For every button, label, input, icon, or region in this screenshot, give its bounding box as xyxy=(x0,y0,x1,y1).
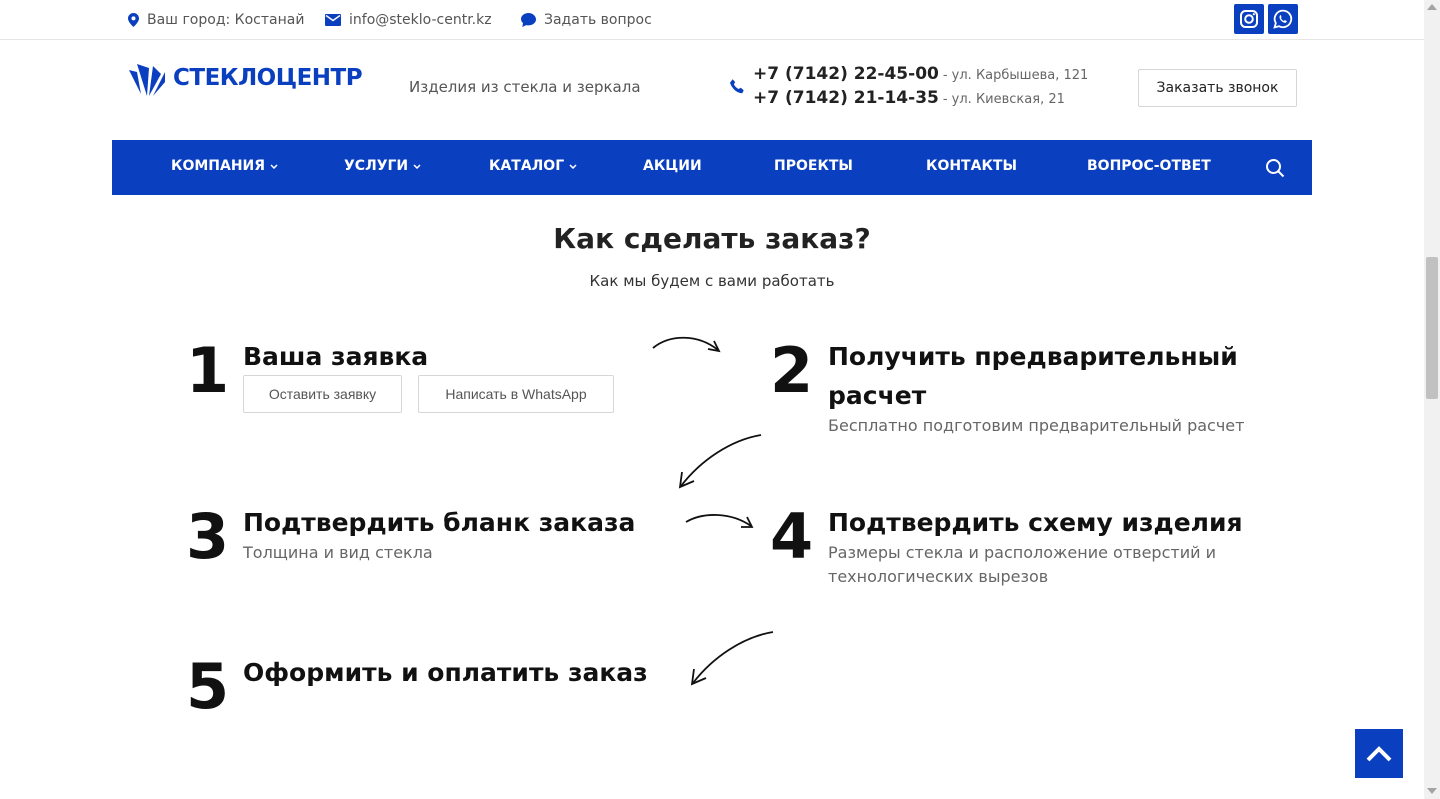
mail-icon xyxy=(325,14,341,26)
step-title: расчет xyxy=(828,381,927,410)
phone-number[interactable]: +7 (7142) 21-14-35 xyxy=(753,88,939,108)
scrollbar[interactable] xyxy=(1424,0,1440,799)
top-bar: Ваш город: Костанай info@steklo-centr.kz… xyxy=(0,0,1424,40)
phone-list: +7 (7142) 22-45-00 - ул. Карбышева, 121 … xyxy=(753,64,1088,112)
logo[interactable]: СТЕКЛОЦЕНТР xyxy=(127,60,363,96)
step-title: Подтвердить бланк заказа xyxy=(243,508,636,537)
step-description: Толщина и вид стекла xyxy=(243,543,433,562)
email-label: info@steklo-centr.kz xyxy=(349,12,492,28)
step-number: 3 xyxy=(186,500,230,573)
nav-label: КОМПАНИЯ xyxy=(171,158,266,174)
chevron-down-icon xyxy=(413,163,421,169)
nav-label: КАТАЛОГ xyxy=(489,158,565,174)
step-title: Оформить и оплатить заказ xyxy=(243,658,648,687)
nav-item-faq[interactable]: ВОПРОС-ОТВЕТ xyxy=(1087,158,1211,174)
callback-button[interactable]: Заказать звонок xyxy=(1138,69,1297,107)
instagram-button[interactable] xyxy=(1234,4,1264,34)
scroll-down-arrow-icon[interactable] xyxy=(1427,788,1437,794)
phone-icon xyxy=(730,79,744,94)
city-selector[interactable]: Ваш город: Костанай xyxy=(128,12,304,28)
nav-item-services[interactable]: УСЛУГИ xyxy=(344,158,421,174)
nav-label: ПРОЕКТЫ xyxy=(774,158,853,174)
step-number: 1 xyxy=(186,334,230,407)
nav-label: УСЛУГИ xyxy=(344,158,409,174)
ask-question-link[interactable]: Задать вопрос xyxy=(521,12,652,28)
nav-item-catalog[interactable]: КАТАЛОГ xyxy=(489,158,577,174)
step-number: 4 xyxy=(770,500,814,573)
step-number: 2 xyxy=(770,334,814,407)
tagline: Изделия из стекла и зеркала xyxy=(409,78,641,96)
phone-address: - ул. Карбышева, 121 xyxy=(942,68,1089,83)
whatsapp-button[interactable] xyxy=(1268,4,1298,34)
step-number: 5 xyxy=(186,650,230,723)
email-link[interactable]: info@steklo-centr.kz xyxy=(325,12,492,28)
chevron-down-icon xyxy=(270,163,278,169)
ask-label: Задать вопрос xyxy=(544,12,652,28)
location-pin-icon xyxy=(128,13,139,27)
scrollbar-thumb[interactable] xyxy=(1426,257,1438,399)
logo-text: СТЕКЛОЦЕНТР xyxy=(173,65,363,91)
leave-request-button[interactable]: Оставить заявку xyxy=(243,375,402,413)
search-icon[interactable] xyxy=(1265,158,1285,178)
section-subtitle: Как мы будем с вами работать xyxy=(589,272,835,290)
step-title: Ваша заявка xyxy=(243,342,429,371)
chevron-down-icon xyxy=(569,163,577,169)
phone-row: +7 (7142) 22-45-00 - ул. Карбышева, 121 xyxy=(753,64,1088,88)
step-title: Подтвердить схему изделия xyxy=(828,508,1243,537)
step-description: Размеры стекла и расположение отверстий … xyxy=(828,543,1216,562)
nav-label: АКЦИИ xyxy=(643,158,702,174)
section-title: Как сделать заказ? xyxy=(553,222,871,255)
nav-label: КОНТАКТЫ xyxy=(926,158,1017,174)
step-title: Получить предварительный xyxy=(828,342,1238,371)
arrow-down-left-icon xyxy=(678,434,762,489)
step-description: технологических вырезов xyxy=(828,567,1049,586)
chevron-up-icon xyxy=(1366,745,1392,761)
chat-bubble-icon xyxy=(521,13,536,27)
instagram-icon xyxy=(1240,10,1258,28)
nav-item-projects[interactable]: ПРОЕКТЫ xyxy=(774,158,853,174)
phone-number[interactable]: +7 (7142) 22-45-00 xyxy=(753,64,939,84)
nav-item-promotions[interactable]: АКЦИИ xyxy=(643,158,702,174)
whatsapp-write-button[interactable]: Написать в WhatsApp xyxy=(418,375,614,413)
nav-item-company[interactable]: КОМПАНИЯ xyxy=(171,158,278,174)
main-nav: КОМПАНИЯ УСЛУГИ КАТАЛОГ АКЦИИ ПРОЕКТЫ КО… xyxy=(112,140,1312,195)
logo-leaf-icon xyxy=(129,64,165,96)
step-description: Бесплатно подготовим предварительный рас… xyxy=(828,416,1245,435)
arrow-right-icon xyxy=(685,514,754,528)
nav-item-contacts[interactable]: КОНТАКТЫ xyxy=(926,158,1017,174)
whatsapp-icon xyxy=(1273,9,1293,29)
scroll-to-top-button[interactable] xyxy=(1355,729,1403,778)
arrow-down-left-icon xyxy=(690,631,774,686)
nav-label: ВОПРОС-ОТВЕТ xyxy=(1087,158,1211,174)
city-label: Ваш город: Костанай xyxy=(147,12,305,28)
phone-address: - ул. Киевская, 21 xyxy=(942,92,1065,107)
phone-row: +7 (7142) 21-14-35 - ул. Киевская, 21 xyxy=(753,88,1088,112)
arrow-right-icon xyxy=(652,336,721,353)
scroll-up-arrow-icon[interactable] xyxy=(1427,4,1437,10)
